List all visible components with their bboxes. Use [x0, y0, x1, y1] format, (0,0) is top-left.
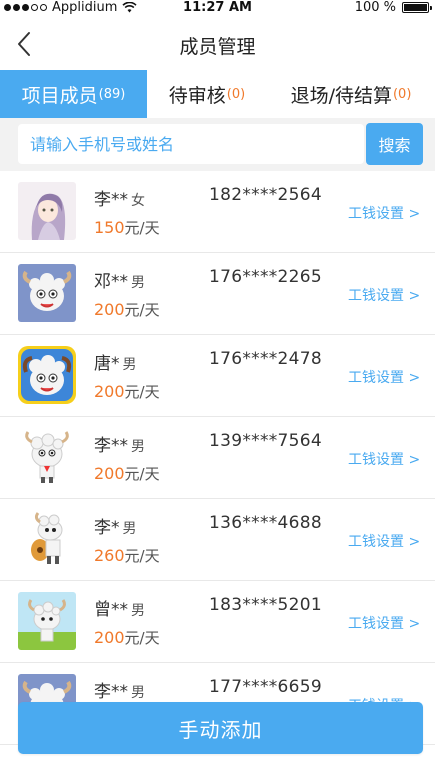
member-wage-line: 200元/天	[94, 381, 160, 402]
member-name: 李**	[94, 190, 128, 210]
member-phone: 176****2265	[209, 267, 323, 287]
avatar	[18, 428, 76, 486]
member-name-line: 邓** 男	[94, 267, 145, 292]
tab-label: 待审核	[168, 84, 226, 107]
member-name: 李**	[94, 682, 128, 702]
member-name-line: 曾** 男	[94, 595, 145, 620]
avatar	[18, 510, 76, 568]
manual-add-button[interactable]: 手动添加	[18, 702, 423, 754]
tab-count: (89)	[98, 86, 126, 102]
search-bar: 搜索	[0, 118, 435, 171]
wage-unit: 元/天	[124, 301, 160, 319]
member-wage: 200	[94, 464, 125, 483]
status-bar: Applidium 11:27 AM 100 %	[0, 0, 435, 18]
member-name-line: 唐* 男	[94, 349, 137, 374]
member-name: 李**	[94, 436, 128, 456]
anime-girl-avatar-icon	[18, 182, 76, 240]
sheep-avatar-icon	[18, 264, 76, 322]
member-wage: 200	[94, 300, 125, 319]
member-wage: 150	[94, 218, 125, 237]
member-name: 邓**	[94, 272, 128, 292]
member-row[interactable]: 唐* 男 200元/天 176****2478 工钱设置 >	[0, 335, 435, 417]
member-gender: 男	[131, 275, 145, 291]
wage-setting-link[interactable]: 工钱设置 >	[348, 613, 420, 633]
member-wage-line: 200元/天	[94, 299, 160, 320]
status-right: 100 %	[354, 0, 432, 15]
member-wage: 200	[94, 382, 125, 401]
member-name-line: 李* 男	[94, 513, 137, 538]
search-input[interactable]	[18, 124, 364, 164]
member-tabs: 项目成员 (89) 待审核 (0) 退场/待结算 (0)	[0, 70, 435, 118]
navigation-bar: 成员管理	[0, 20, 435, 68]
sheep-guitar-avatar-icon	[18, 510, 76, 568]
battery-label: 100 %	[354, 0, 396, 15]
member-name: 唐*	[94, 354, 120, 374]
wage-setting-link[interactable]: 工钱设置 >	[348, 531, 420, 551]
member-phone: 176****2478	[209, 349, 323, 369]
member-gender: 女	[131, 193, 145, 209]
member-list: 李** 女 150元/天 182****2564 工钱设置 > 邓** 男 200元…	[0, 171, 435, 745]
member-name-line: 李** 女	[94, 185, 145, 210]
member-gender: 男	[122, 357, 137, 373]
wage-unit: 元/天	[124, 383, 160, 401]
member-gender: 男	[131, 439, 145, 455]
wage-unit: 元/天	[124, 629, 160, 647]
member-wage-line: 150元/天	[94, 217, 160, 238]
wage-unit: 元/天	[124, 219, 160, 237]
member-phone: 136****4688	[209, 513, 323, 533]
member-gender: 男	[122, 521, 137, 537]
avatar	[18, 182, 76, 240]
member-phone: 177****6659	[209, 677, 323, 697]
member-row[interactable]: 李** 女 150元/天 182****2564 工钱设置 >	[0, 171, 435, 253]
member-gender: 男	[131, 603, 145, 619]
avatar	[18, 264, 76, 322]
tab-count: (0)	[226, 86, 246, 102]
member-wage: 200	[94, 628, 125, 647]
avatar	[18, 346, 76, 404]
member-phone: 139****7564	[209, 431, 323, 451]
member-name: 李*	[94, 518, 120, 538]
tab-label: 退场/待结算	[290, 84, 392, 107]
search-button[interactable]: 搜索	[366, 123, 423, 165]
member-wage-line: 260元/天	[94, 545, 160, 566]
sheep-meadow-avatar-icon	[18, 592, 76, 650]
member-row[interactable]: 李** 男 200元/天 139****7564 工钱设置 >	[0, 417, 435, 499]
battery-icon	[402, 2, 432, 13]
member-name-line: 李** 男	[94, 431, 145, 456]
tab-exited-settlement[interactable]: 退场/待结算 (0)	[267, 70, 435, 118]
member-phone: 183****5201	[209, 595, 323, 615]
tab-pending-review[interactable]: 待审核 (0)	[147, 70, 267, 118]
member-phone: 182****2564	[209, 185, 323, 205]
member-name: 曾**	[94, 600, 128, 620]
member-wage: 260	[94, 546, 125, 565]
member-row[interactable]: 李* 男 260元/天 136****4688 工钱设置 >	[0, 499, 435, 581]
wage-unit: 元/天	[124, 465, 160, 483]
tab-count: (0)	[392, 86, 412, 102]
member-name-line: 李** 男	[94, 677, 145, 702]
wage-setting-link[interactable]: 工钱设置 >	[348, 203, 420, 223]
sheep-cartoon-avatar-icon	[18, 428, 76, 486]
member-wage-line: 200元/天	[94, 627, 160, 648]
member-row[interactable]: 曾** 男 200元/天 183****5201 工钱设置 >	[0, 581, 435, 663]
wage-setting-link[interactable]: 工钱设置 >	[348, 285, 420, 305]
page-title: 成员管理	[179, 36, 256, 58]
sheep-app-icon-avatar	[18, 346, 76, 404]
wage-setting-link[interactable]: 工钱设置 >	[348, 449, 420, 469]
tab-project-members[interactable]: 项目成员 (89)	[0, 70, 147, 118]
member-row[interactable]: 邓** 男 200元/天 176****2265 工钱设置 >	[0, 253, 435, 335]
avatar	[18, 592, 76, 650]
wage-setting-link[interactable]: 工钱设置 >	[348, 367, 420, 387]
member-wage-line: 200元/天	[94, 463, 160, 484]
member-gender: 男	[131, 685, 145, 701]
tab-label: 项目成员	[21, 84, 98, 107]
wage-unit: 元/天	[124, 547, 160, 565]
